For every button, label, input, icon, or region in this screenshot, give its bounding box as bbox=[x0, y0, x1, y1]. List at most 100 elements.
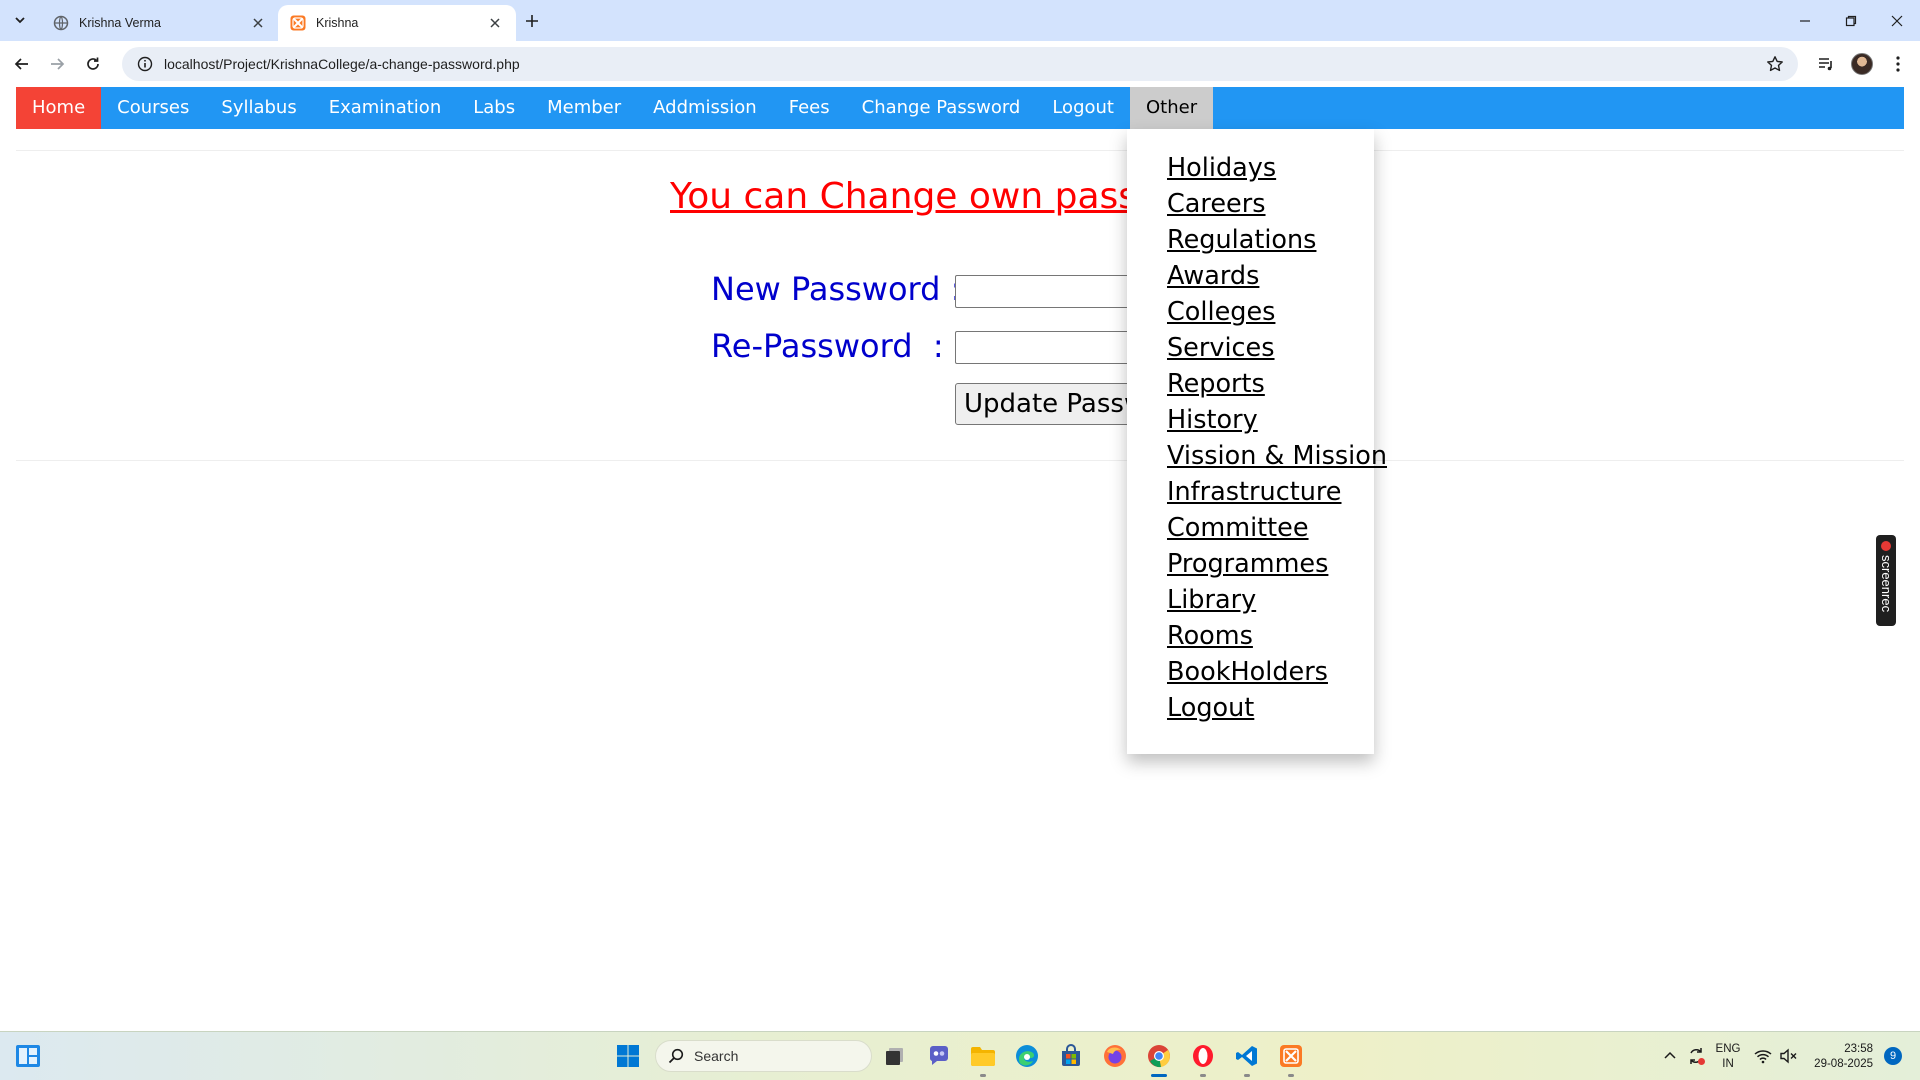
dropdown-item-services[interactable]: Services bbox=[1167, 330, 1374, 366]
dropdown-item-library[interactable]: Library bbox=[1167, 582, 1374, 618]
folder-icon bbox=[971, 1047, 995, 1066]
re-password-input[interactable] bbox=[955, 331, 1155, 364]
sync-icon bbox=[1690, 1048, 1705, 1065]
taskbar: Search ENG IN 23:58 29-08-2025 9 bbox=[0, 1031, 1920, 1080]
widgets-button[interactable] bbox=[13, 1041, 43, 1071]
dropdown-item-infrastructure[interactable]: Infrastructure bbox=[1167, 474, 1374, 510]
dropdown-item-logout[interactable]: Logout bbox=[1167, 690, 1374, 726]
screenrec-widget[interactable]: screenrec bbox=[1876, 535, 1896, 626]
url-text: localhost/Project/KrishnaCollege/a-chang… bbox=[164, 56, 520, 72]
tab-krishna-verma[interactable]: Krishna Verma bbox=[41, 5, 279, 41]
nav-syllabus[interactable]: Syllabus bbox=[205, 87, 312, 129]
start-button[interactable] bbox=[613, 1041, 643, 1071]
close-tab-icon[interactable] bbox=[486, 14, 504, 32]
address-bar[interactable]: localhost/Project/KrishnaCollege/a-chang… bbox=[122, 47, 1798, 81]
chrome-button[interactable] bbox=[1144, 1041, 1174, 1077]
close-window-button[interactable] bbox=[1874, 0, 1920, 41]
dropdown-item-history[interactable]: History bbox=[1167, 402, 1374, 438]
divider bbox=[16, 150, 1904, 151]
firefox-button[interactable] bbox=[1100, 1041, 1130, 1071]
dropdown-item-vission-mission[interactable]: Vission & Mission bbox=[1167, 438, 1387, 474]
running-indicator bbox=[1200, 1074, 1206, 1077]
teams-chat-icon bbox=[929, 1046, 948, 1065]
nav-fees[interactable]: Fees bbox=[773, 87, 846, 129]
dropdown-item-committee[interactable]: Committee bbox=[1167, 510, 1374, 546]
sync-tray-button[interactable] bbox=[1681, 1041, 1711, 1071]
dropdown-item-careers[interactable]: Careers bbox=[1167, 186, 1374, 222]
close-icon bbox=[1891, 15, 1903, 26]
reload-icon bbox=[87, 57, 99, 70]
chevron-up-icon bbox=[1664, 1051, 1676, 1059]
dropdown-item-bookholders[interactable]: BookHolders bbox=[1167, 654, 1374, 690]
dropdown-item-awards[interactable]: Awards bbox=[1167, 258, 1374, 294]
bookmark-star-icon[interactable] bbox=[1766, 55, 1784, 77]
language-code: ENG bbox=[1715, 1043, 1741, 1055]
taskbar-search[interactable]: Search bbox=[655, 1040, 872, 1072]
new-password-input[interactable] bbox=[955, 275, 1155, 308]
nav-home[interactable]: Home bbox=[16, 87, 102, 129]
site-info-icon[interactable] bbox=[130, 56, 160, 72]
edge-button[interactable] bbox=[1012, 1041, 1042, 1071]
opera-button[interactable] bbox=[1188, 1041, 1218, 1077]
reload-button[interactable] bbox=[79, 50, 107, 78]
avatar bbox=[1851, 53, 1873, 75]
nav-change-password[interactable]: Change Password bbox=[846, 87, 1037, 129]
dropdown-item-colleges[interactable]: Colleges bbox=[1167, 294, 1374, 330]
nav-examination[interactable]: Examination bbox=[313, 87, 458, 129]
restore-button[interactable] bbox=[1828, 0, 1874, 41]
nav-addmission[interactable]: Addmission bbox=[637, 87, 773, 129]
restore-icon bbox=[1845, 15, 1857, 26]
search-placeholder: Search bbox=[694, 1048, 739, 1064]
forward-button[interactable] bbox=[43, 50, 71, 78]
nav-logout[interactable]: Logout bbox=[1036, 87, 1130, 129]
teams-button[interactable] bbox=[924, 1041, 954, 1071]
nav-other-dropdown[interactable]: Other bbox=[1129, 87, 1214, 129]
browser-menu-button[interactable] bbox=[1884, 50, 1912, 78]
volume-button[interactable] bbox=[1775, 1041, 1801, 1071]
nav-member[interactable]: Member bbox=[531, 87, 637, 129]
speaker-muted-icon bbox=[1780, 1048, 1797, 1064]
back-button[interactable] bbox=[8, 50, 36, 78]
task-view-button[interactable] bbox=[880, 1041, 910, 1071]
region-code: IN bbox=[1722, 1058, 1734, 1070]
browser-toolbar: localhost/Project/KrishnaCollege/a-chang… bbox=[0, 41, 1920, 87]
nav-courses[interactable]: Courses bbox=[101, 87, 205, 129]
widgets-icon bbox=[16, 1045, 40, 1067]
page-viewport: Home Courses Syllabus Examination Labs M… bbox=[0, 87, 1920, 1031]
firefox-icon bbox=[1104, 1045, 1126, 1067]
wifi-button[interactable] bbox=[1750, 1041, 1776, 1071]
xampp-button[interactable] bbox=[1276, 1041, 1306, 1077]
clock-date: 29-08-2025 bbox=[1814, 1058, 1873, 1070]
divider bbox=[16, 460, 1904, 461]
dropdown-item-programmes[interactable]: Programmes bbox=[1167, 546, 1374, 582]
xampp-icon bbox=[290, 15, 306, 31]
tab-krishna[interactable]: Krishna bbox=[278, 5, 516, 41]
screenrec-label: screenrec bbox=[1879, 555, 1894, 613]
media-controls-button[interactable] bbox=[1812, 50, 1840, 78]
notification-badge[interactable]: 9 bbox=[1884, 1047, 1902, 1065]
arrow-right-icon bbox=[51, 58, 65, 70]
arrow-left-icon bbox=[14, 58, 28, 70]
plus-icon bbox=[526, 15, 538, 27]
globe-icon bbox=[53, 15, 69, 31]
new-tab-button[interactable] bbox=[519, 8, 545, 34]
profile-button[interactable] bbox=[1848, 50, 1876, 78]
re-password-label: Re-Password : bbox=[711, 327, 944, 365]
dropdown-item-reports[interactable]: Reports bbox=[1167, 366, 1374, 402]
tab-search-button[interactable] bbox=[7, 8, 33, 32]
search-icon bbox=[668, 1048, 684, 1064]
language-indicator[interactable]: ENG IN bbox=[1713, 1042, 1743, 1072]
dropdown-item-holidays[interactable]: Holidays bbox=[1167, 150, 1374, 186]
minimize-button[interactable] bbox=[1782, 0, 1828, 41]
nav-labs[interactable]: Labs bbox=[457, 87, 531, 129]
dropdown-item-regulations[interactable]: Regulations bbox=[1167, 222, 1374, 258]
file-explorer-button[interactable] bbox=[968, 1041, 998, 1077]
vscode-button[interactable] bbox=[1232, 1041, 1262, 1077]
clock[interactable]: 23:58 29-08-2025 bbox=[1803, 1042, 1873, 1072]
dropdown-item-rooms[interactable]: Rooms bbox=[1167, 618, 1374, 654]
close-tab-icon[interactable] bbox=[249, 14, 267, 32]
update-password-button[interactable]: Update Password bbox=[955, 383, 1155, 425]
store-button[interactable] bbox=[1056, 1041, 1086, 1071]
running-indicator bbox=[1244, 1074, 1250, 1077]
tab-title: Krishna Verma bbox=[79, 16, 161, 30]
